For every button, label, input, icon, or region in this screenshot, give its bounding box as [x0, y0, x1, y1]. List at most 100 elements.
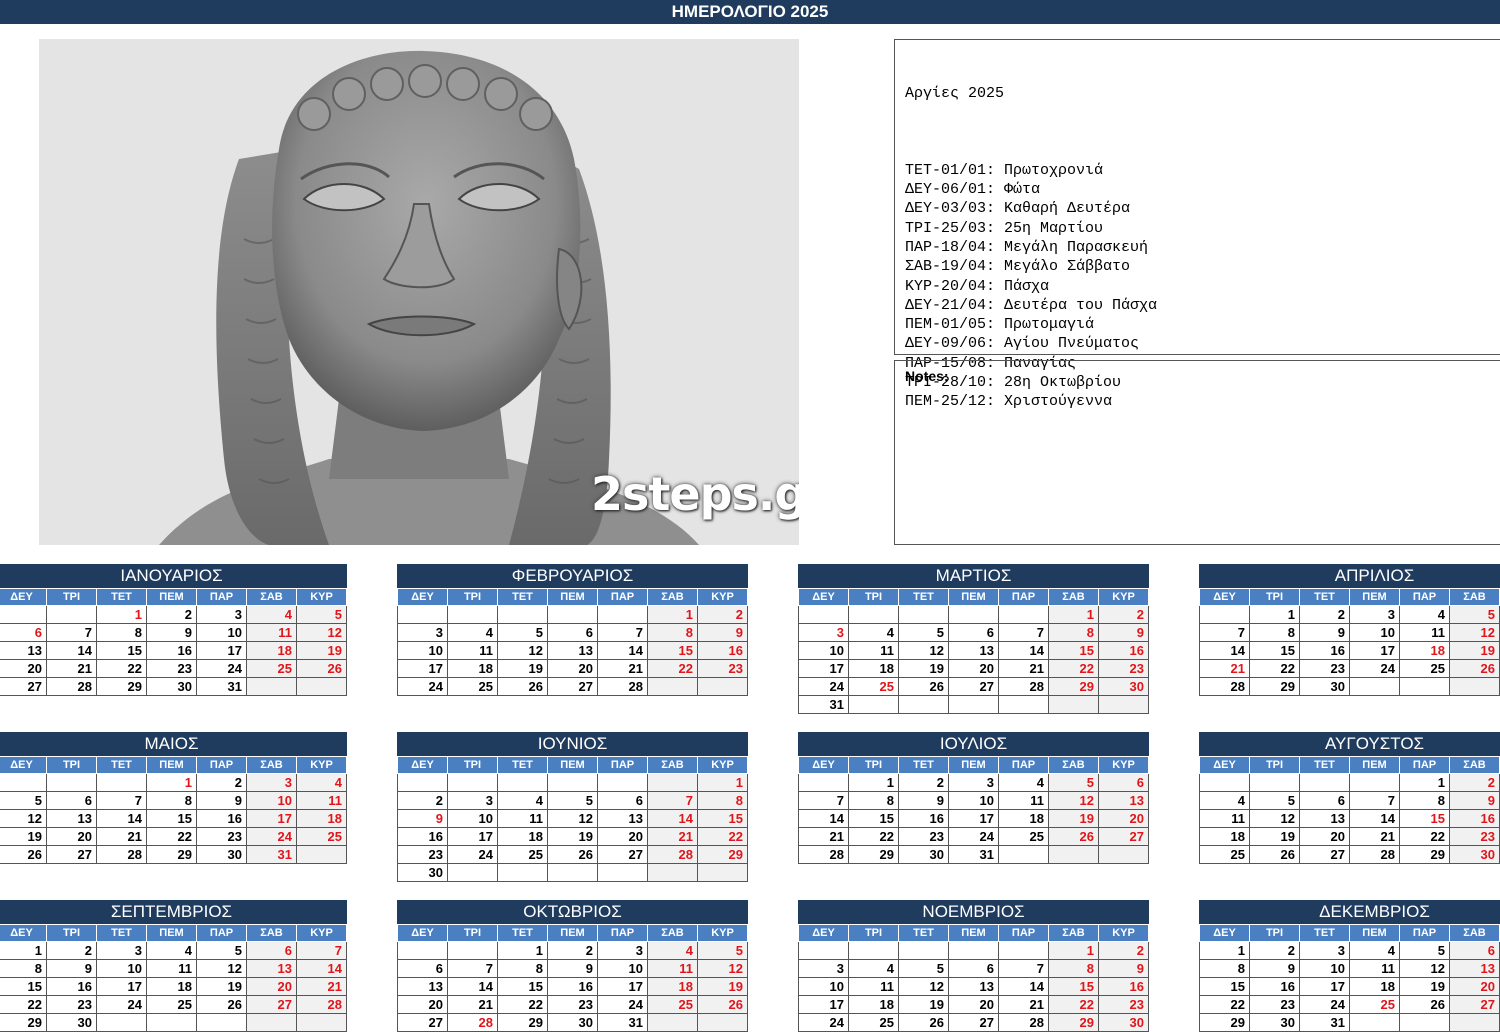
day-cell: 23 [47, 996, 97, 1014]
weekday-header: ΤΡΙ [1250, 757, 1300, 774]
day-cell: 21 [1350, 828, 1400, 846]
day-cell: 11 [849, 978, 899, 996]
weekday-header: ΣΑΒ [1450, 925, 1500, 942]
day-cell: 29 [498, 1014, 548, 1032]
day-cell: 27 [47, 846, 97, 864]
day-cell: 14 [97, 810, 147, 828]
month-calendar: ΔΕΚΕΜΒΡΙΟΣΔΕΥΤΡΙΤΕΤΠΕΜΠΑΡΣΑΒΚΥΡ123456789… [1199, 900, 1500, 1032]
day-cell: 23 [548, 996, 598, 1014]
weekday-header: ΔΕΥ [799, 589, 849, 606]
weekday-header: ΠΕΜ [1350, 757, 1400, 774]
empty-cell [648, 864, 698, 882]
week-row: 19202122232425 [0, 828, 347, 846]
empty-cell [648, 678, 698, 696]
weekday-header: ΣΑΒ [648, 589, 698, 606]
page-title: ΗΜΕΡΟΛΟΓΙΟ 2025 [0, 0, 1500, 24]
weekday-header: ΤΡΙ [849, 589, 899, 606]
day-cell: 7 [297, 942, 347, 960]
day-cell: 24 [1350, 660, 1400, 678]
day-cell: 18 [999, 810, 1049, 828]
day-cell: 13 [1450, 960, 1500, 978]
day-cell: 25 [498, 846, 548, 864]
day-cell: 17 [247, 810, 297, 828]
day-cell: 22 [698, 828, 748, 846]
day-cell: 28 [297, 996, 347, 1014]
day-cell: 10 [398, 642, 448, 660]
day-cell: 14 [799, 810, 849, 828]
week-row: 891011121314 [0, 960, 347, 978]
month-calendar: ΦΕΒΡΟΥΑΡΙΟΣΔΕΥΤΡΙΤΕΤΠΕΜΠΑΡΣΑΒΚΥΡ12345678… [397, 564, 748, 696]
day-cell: 11 [297, 792, 347, 810]
empty-cell [1049, 846, 1099, 864]
day-cell: 20 [0, 660, 47, 678]
day-cell: 29 [1200, 1014, 1250, 1032]
day-cell: 20 [1300, 828, 1350, 846]
empty-cell [648, 774, 698, 792]
day-cell: 30 [1250, 1014, 1300, 1032]
weekday-header: ΣΑΒ [1049, 589, 1099, 606]
week-row: 12 [799, 606, 1149, 624]
month-name: ΑΠΡΙΛΙΟΣ [1199, 564, 1500, 588]
week-row: 18192021222324 [1200, 828, 1500, 846]
day-cell: 1 [97, 606, 147, 624]
weekday-header: ΔΕΥ [398, 757, 448, 774]
weekday-header: ΣΑΒ [247, 589, 297, 606]
weekday-header: ΠΑΡ [197, 589, 247, 606]
day-cell: 30 [548, 1014, 598, 1032]
day-cell: 1 [1400, 774, 1450, 792]
day-cell: 27 [247, 996, 297, 1014]
day-cell: 27 [398, 1014, 448, 1032]
weekday-header: ΚΥΡ [297, 925, 347, 942]
day-cell: 21 [47, 660, 97, 678]
day-cell: 5 [899, 624, 949, 642]
empty-cell [147, 1014, 197, 1032]
holiday-item: ΔΕΥ-21/04: Δευτέρα του Πάσχα [905, 296, 1500, 315]
day-cell: 12 [498, 642, 548, 660]
empty-cell [197, 1014, 247, 1032]
day-cell: 13 [47, 810, 97, 828]
weekday-header: ΠΑΡ [999, 757, 1049, 774]
day-cell: 25 [849, 1014, 899, 1032]
day-cell: 9 [398, 810, 448, 828]
holidays-title: Αργίες 2025 [905, 84, 1500, 103]
weekday-header: ΠΕΜ [949, 589, 999, 606]
weekday-header: ΣΑΒ [648, 925, 698, 942]
day-cell: 9 [1099, 624, 1149, 642]
weekday-header: ΠΑΡ [598, 589, 648, 606]
week-row: 2930 [0, 1014, 347, 1032]
weekday-header: ΠΕΜ [147, 925, 197, 942]
day-cell: 15 [1400, 810, 1450, 828]
weekday-header: ΤΡΙ [448, 757, 498, 774]
day-cell: 27 [949, 678, 999, 696]
day-cell: 19 [899, 660, 949, 678]
day-cell: 19 [1250, 828, 1300, 846]
week-row: 2425262728 [398, 678, 748, 696]
empty-cell [97, 1014, 147, 1032]
empty-cell [1450, 678, 1500, 696]
holiday-item: ΤΡΙ-25/03: 25η Μαρτίου [905, 219, 1500, 238]
day-cell: 16 [1450, 810, 1500, 828]
weekday-header: ΤΕΤ [498, 925, 548, 942]
weekday-header: ΣΑΒ [1450, 589, 1500, 606]
day-cell: 4 [849, 960, 899, 978]
day-cell: 5 [698, 942, 748, 960]
holiday-item: ΔΕΥ-09/06: Αγίου Πνεύματος [905, 334, 1500, 353]
day-cell: 28 [1350, 846, 1400, 864]
day-cell: 1 [648, 606, 698, 624]
weekday-header: ΤΡΙ [448, 589, 498, 606]
weekday-header: ΔΕΥ [398, 589, 448, 606]
week-row: 20212223242526 [0, 660, 347, 678]
month-calendar: ΣΕΠΤΕΜΒΡΙΟΣΔΕΥΤΡΙΤΕΤΠΕΜΠΑΡΣΑΒΚΥΡ12345678… [0, 900, 347, 1032]
weekday-header: ΔΕΥ [1200, 757, 1250, 774]
empty-cell [799, 774, 849, 792]
day-cell: 11 [648, 960, 698, 978]
day-cell: 30 [47, 1014, 97, 1032]
empty-cell [1350, 774, 1400, 792]
day-cell: 2 [1099, 606, 1149, 624]
day-cell: 22 [1400, 828, 1450, 846]
day-cell: 18 [147, 978, 197, 996]
weekday-header: ΤΕΤ [1300, 589, 1350, 606]
day-cell: 28 [648, 846, 698, 864]
day-cell: 21 [648, 828, 698, 846]
notes-box[interactable]: Notes: [894, 360, 1500, 545]
